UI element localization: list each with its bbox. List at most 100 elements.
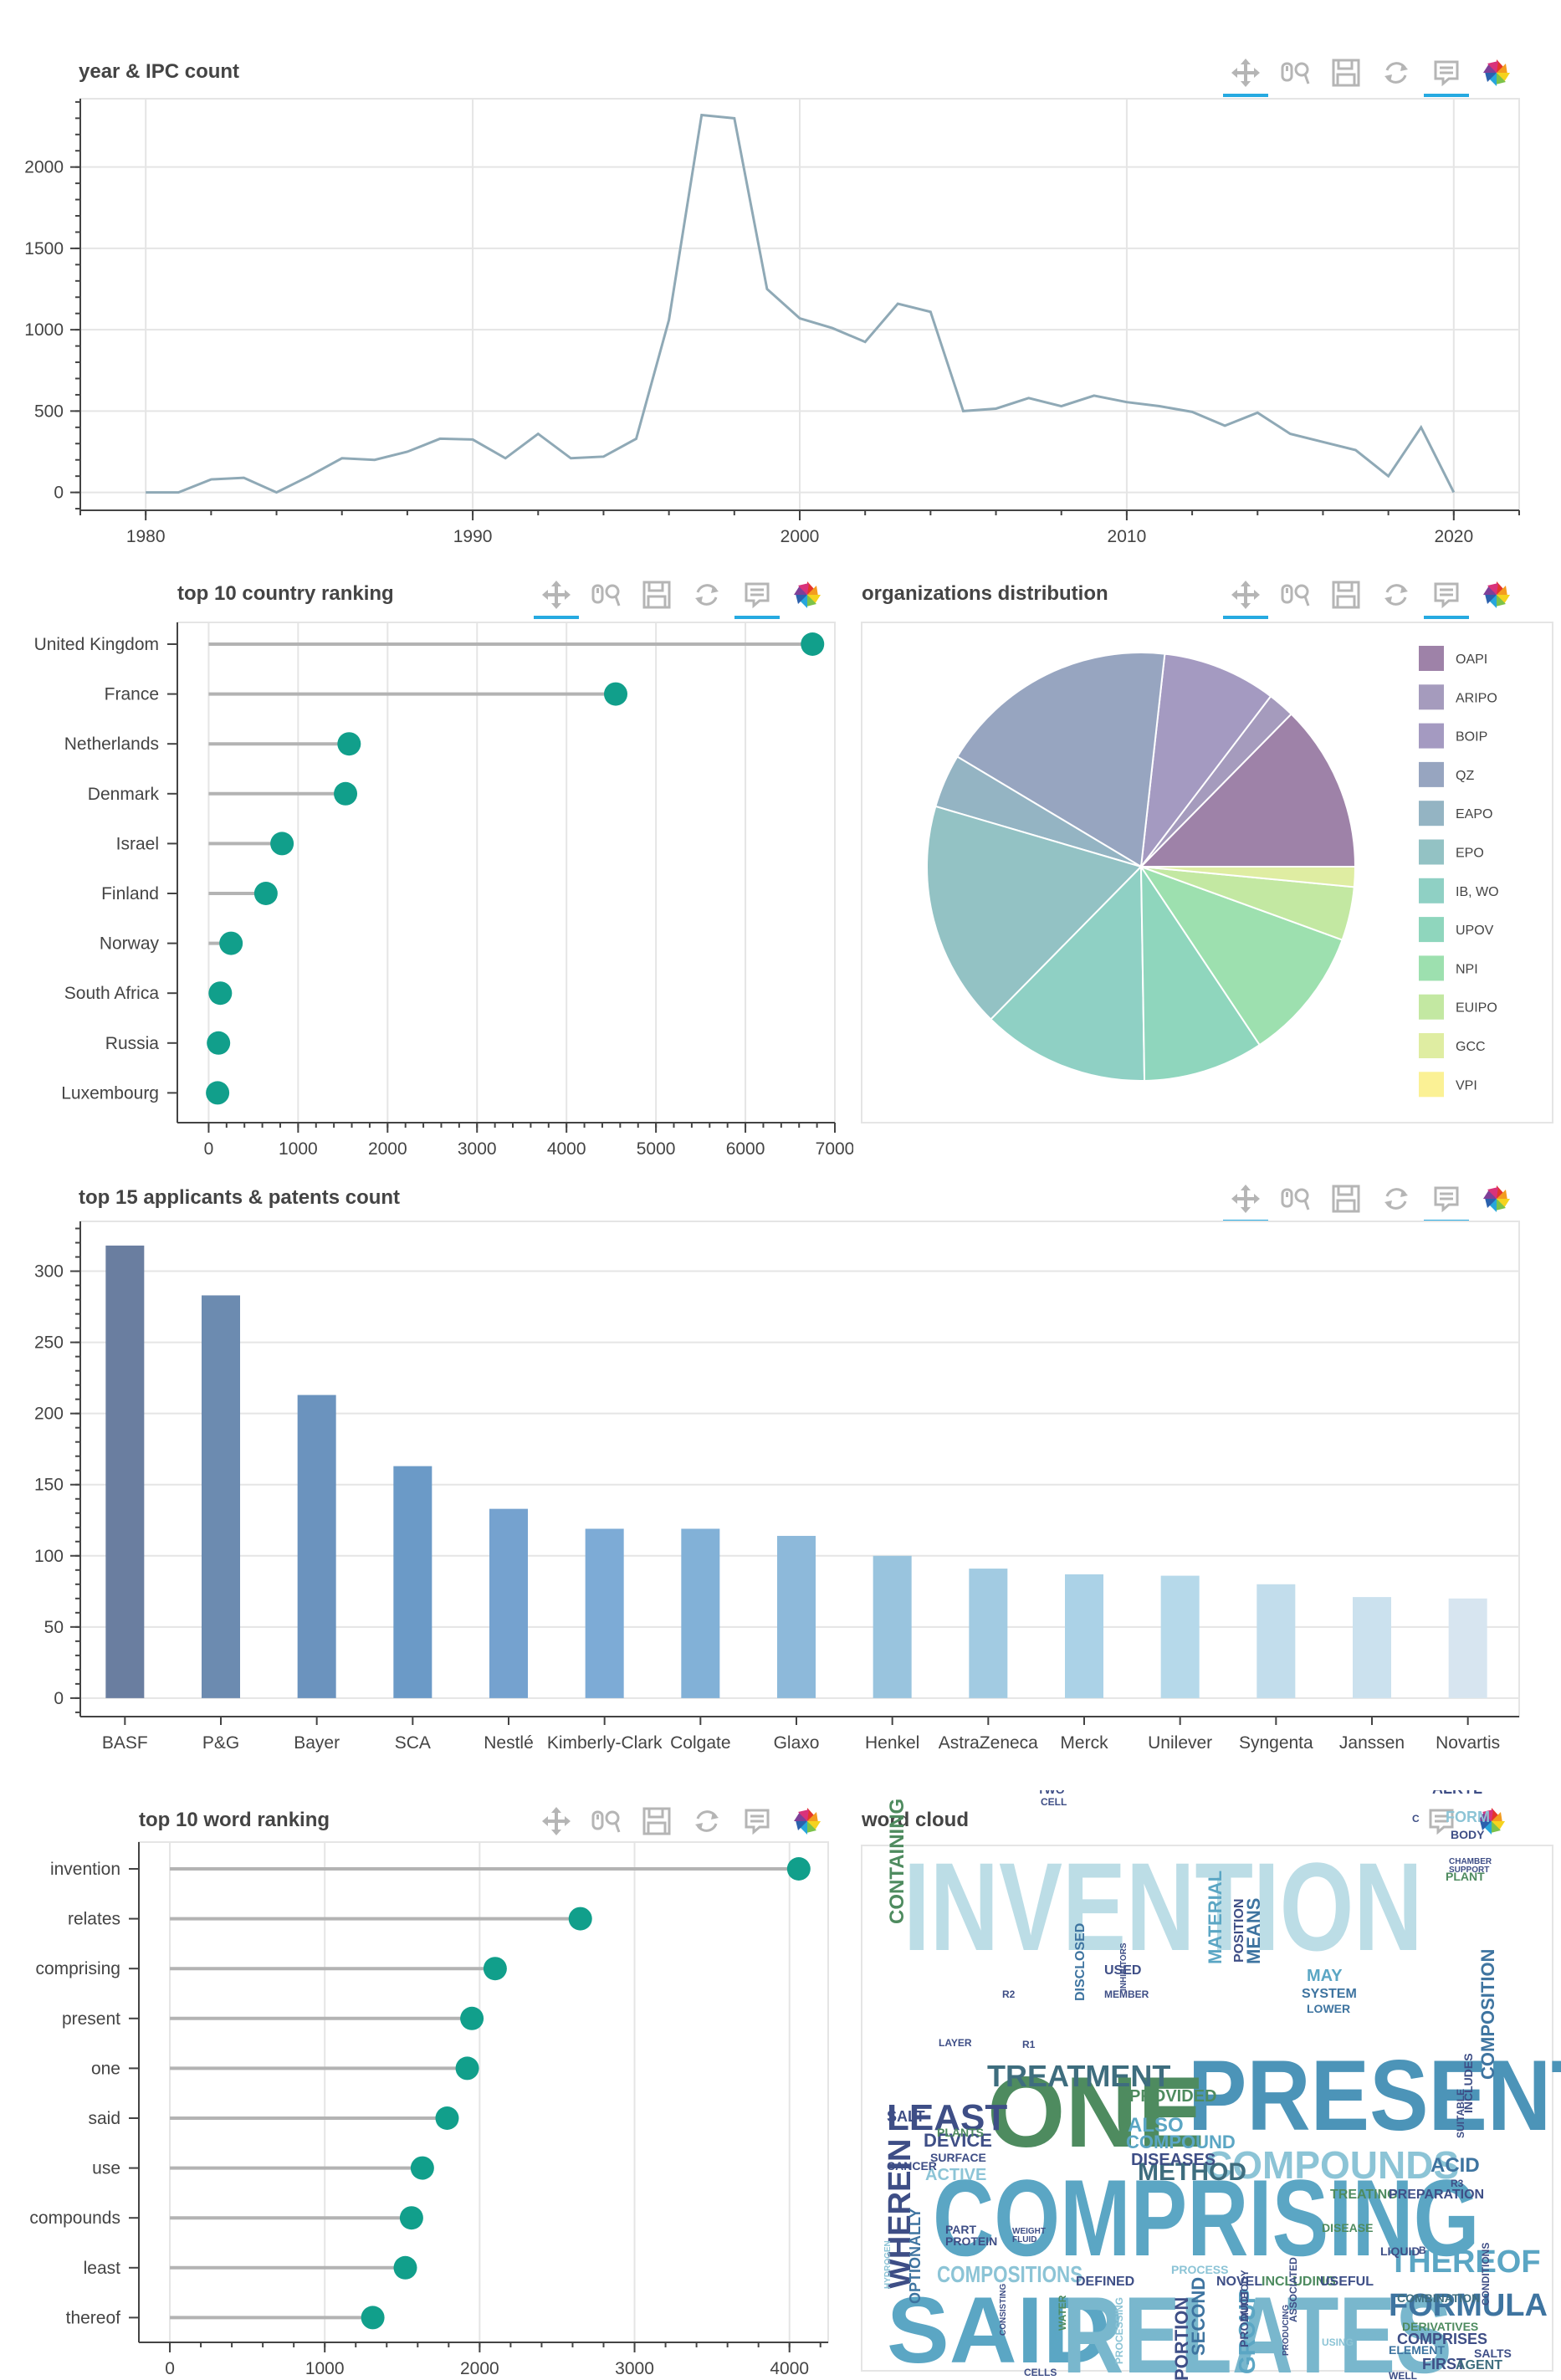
word: B — [1419, 2244, 1426, 2256]
x-tick-label: 2010 — [1108, 527, 1147, 546]
lollipop-dot — [568, 1907, 592, 1931]
legend-swatch — [1419, 994, 1444, 1020]
category-label: Unilever — [1148, 1733, 1212, 1753]
word: DERIVATIVES — [1402, 2320, 1478, 2333]
word: WATER — [1057, 2295, 1068, 2331]
word: PROVIDED — [1129, 2087, 1216, 2106]
legend-swatch — [1419, 955, 1444, 981]
word: LOWER — [1307, 2002, 1350, 2015]
x-tick-label: 0 — [204, 1139, 214, 1159]
lollipop-dot — [483, 1957, 507, 1981]
x-tick-label: 4000 — [547, 1139, 586, 1159]
word: MAY — [1307, 1967, 1343, 1985]
lollipop-dot — [786, 1857, 811, 1881]
x-tick-label: 1990 — [453, 527, 493, 546]
category-label: Glaxo — [774, 1733, 820, 1753]
category-label: compounds — [29, 2209, 120, 2228]
legend-swatch — [1419, 878, 1444, 903]
bar — [681, 1528, 720, 1698]
lollipop-dot — [361, 2306, 385, 2330]
category-label: Denmark — [88, 785, 160, 804]
category-label: BASF — [102, 1733, 148, 1753]
word: SUITABLE — [1455, 2089, 1466, 2138]
bar — [1160, 1575, 1200, 1698]
lollipop-dot — [399, 2206, 423, 2230]
category-label: South Africa — [64, 984, 160, 1003]
word: TREATING — [1330, 2188, 1398, 2202]
category-label: France — [105, 685, 159, 704]
word: AGENT — [1456, 2358, 1502, 2372]
word: CONDITIONS — [1480, 2243, 1492, 2306]
word: USEFUL — [1320, 2275, 1374, 2289]
category-label: one — [91, 2059, 120, 2078]
bar — [1448, 1598, 1487, 1698]
category-label: Finland — [101, 884, 159, 903]
bar-chart[interactable]: 0 50 100 150 200 250 300 BASF P&G Bayer SCA Nestlé K… — [0, 1171, 1561, 1790]
category-label: use — [92, 2159, 120, 2178]
legend-label: EUIPO — [1456, 1001, 1497, 1016]
legend-label: QZ — [1456, 769, 1474, 783]
y-tick-label: 150 — [34, 1476, 64, 1495]
legend-label: UPOV — [1456, 924, 1494, 938]
word: LIQUID — [1380, 2244, 1420, 2258]
bar — [393, 1466, 432, 1698]
lollipop-chart[interactable]: 0 1000 2000 3000 4000 invention relates compris… — [0, 1790, 853, 2380]
category-label: Syngenta — [1239, 1733, 1313, 1753]
legend-swatch — [1419, 761, 1444, 787]
lollipop-dot — [337, 732, 361, 756]
word: SYSTEM — [1302, 1987, 1357, 2001]
lollipop-dot — [219, 931, 243, 955]
x-tick-label: 1980 — [126, 527, 166, 546]
legend-label: EPO — [1456, 847, 1484, 861]
category-label: United Kingdom — [34, 635, 159, 654]
legend-swatch — [1419, 646, 1444, 671]
legend-label: ARIPO — [1456, 691, 1497, 705]
category-label: least — [84, 2259, 121, 2278]
word: ELEMENT — [1389, 2343, 1445, 2357]
word: R1 — [1022, 2039, 1036, 2050]
lollipop-dot — [206, 1081, 230, 1105]
word: SALT — [887, 2108, 925, 2125]
country-ranking-panel: top 10 country ranking 0 1000 2000 3000 4000… — [0, 552, 853, 1171]
word: SALTS — [1474, 2347, 1512, 2360]
category-label: P&G — [202, 1733, 239, 1753]
lollipop-chart[interactable]: 0 1000 2000 3000 4000 5000 6000 7000 United King… — [0, 552, 853, 1171]
word: CELLS — [1024, 2367, 1057, 2378]
word: R3 — [1451, 2178, 1464, 2189]
legend-label: NPI — [1456, 962, 1478, 976]
word: TWO — [1037, 1790, 1065, 1796]
word: ASSOCIATED — [1287, 2257, 1299, 2322]
word: DISEASES — [1131, 2151, 1216, 2169]
category-label: Merck — [1060, 1733, 1108, 1753]
pie-chart[interactable]: OAPI ARIPO BOIP QZ EAPO EPO IB, WO UPOV NPI EUIPO… — [853, 552, 1561, 1171]
word: CONTAINING — [886, 1799, 908, 1924]
word: CANCER — [887, 2159, 937, 2173]
category-label: SCA — [395, 1733, 431, 1753]
category-label: Luxembourg — [61, 1083, 159, 1103]
word: PORTION — [1171, 2297, 1192, 2380]
bar — [777, 1535, 816, 1698]
word: PLANTS — [937, 2126, 984, 2139]
category-label: present — [62, 2009, 120, 2029]
word: PROTEIN — [945, 2234, 997, 2248]
category-label: Norway — [100, 934, 160, 954]
legend-swatch — [1419, 684, 1444, 710]
word: R2 — [1002, 1988, 1016, 2000]
word: OPTIONALLY — [907, 2209, 924, 2304]
y-tick-label: 100 — [34, 1547, 64, 1566]
word: USING — [1322, 2336, 1354, 2348]
word: PREPARATION — [1389, 2188, 1484, 2202]
line-chart[interactable]: 0 500 1000 1500 2000 1980 1990 2000 2010 2020 — [0, 0, 1561, 552]
category-label: Bayer — [294, 1733, 340, 1753]
word: DEFINED — [1076, 2275, 1134, 2289]
category-label: Colgate — [670, 1733, 730, 1753]
y-tick-label: 300 — [34, 1262, 64, 1282]
x-tick-label: 3000 — [615, 2359, 654, 2378]
word: C — [1412, 1813, 1420, 1825]
category-label: comprising — [35, 1959, 120, 1978]
organizations-panel: organizations distribution OAPI ARIPO BOIP… — [853, 552, 1561, 1171]
bar — [105, 1245, 145, 1698]
word: ACID — [1430, 2154, 1480, 2177]
word: SURFACE — [930, 2151, 986, 2164]
word: PRESENT — [1188, 2040, 1561, 2152]
